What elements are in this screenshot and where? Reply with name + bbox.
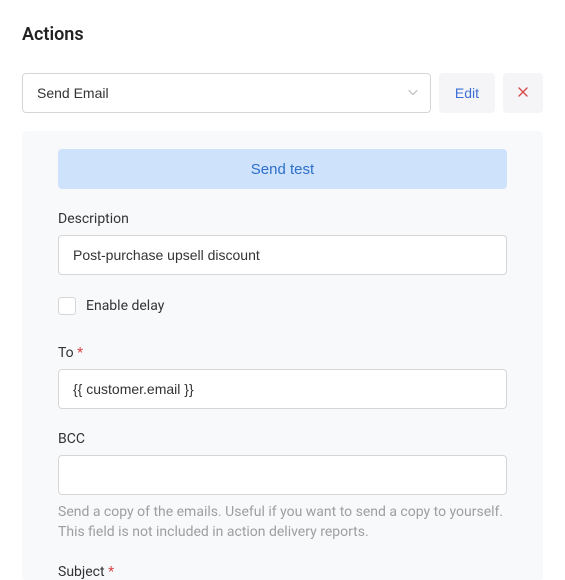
subject-label: Subject *	[58, 564, 507, 580]
description-input[interactable]	[58, 235, 507, 275]
required-asterisk: *	[77, 345, 83, 361]
enable-delay-label: Enable delay	[86, 298, 164, 314]
to-label: To *	[58, 345, 507, 361]
bcc-label: BCC	[58, 431, 507, 447]
required-asterisk: *	[108, 564, 114, 580]
edit-button[interactable]: Edit	[439, 73, 495, 113]
description-label: Description	[58, 211, 507, 227]
bcc-help-text: Send a copy of the emails. Useful if you…	[58, 503, 507, 542]
action-type-select[interactable]	[22, 73, 431, 113]
remove-button[interactable]	[503, 73, 543, 113]
action-type-select-wrap	[22, 73, 431, 113]
action-panel: Send test Description Enable delay To * …	[22, 131, 543, 580]
bcc-field-group: BCC Send a copy of the emails. Useful if…	[58, 431, 507, 542]
enable-delay-row: Enable delay	[58, 297, 507, 315]
action-top-row: Edit	[22, 73, 543, 113]
subject-field-group: Subject *	[58, 564, 507, 580]
send-test-button[interactable]: Send test	[58, 149, 507, 189]
close-icon	[517, 85, 529, 102]
to-input[interactable]	[58, 369, 507, 409]
to-field-group: To *	[58, 345, 507, 409]
bcc-input[interactable]	[58, 455, 507, 495]
page-title: Actions	[22, 24, 543, 45]
description-field-group: Description	[58, 211, 507, 275]
enable-delay-checkbox[interactable]	[58, 297, 76, 315]
